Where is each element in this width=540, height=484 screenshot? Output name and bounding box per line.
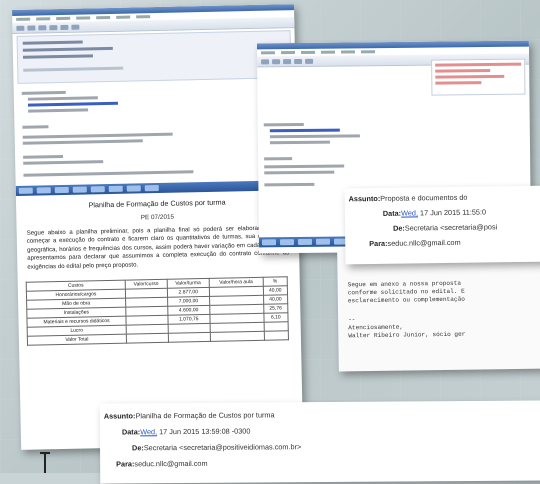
table-cell <box>126 333 169 344</box>
from-text: Secretaria <secretaria@positiveidiomas.c… <box>143 442 302 453</box>
subject-text: Planilha de Formação de Custos por turma <box>135 410 275 421</box>
to-row: Para:seduc.nllc@gmail.com <box>116 458 208 469</box>
pointer-marker <box>40 452 50 473</box>
email-header-panel <box>16 30 292 84</box>
subject-text: Proposta e documentos do <box>380 192 468 203</box>
from-text: Secretaria <secretaria@posi <box>404 222 498 233</box>
date-link[interactable]: Wed, <box>140 427 157 436</box>
table-cell: Valor Total <box>27 334 127 346</box>
table-cell <box>263 330 289 341</box>
costs-table: Custos Valor/curso Valor/turma Valor/hor… <box>26 276 289 346</box>
to-row: Para:seduc.nllc@gmail.com <box>369 237 461 249</box>
table-cell <box>210 331 265 342</box>
subject-row: Assunto:Proposta e documentos do <box>348 192 468 204</box>
email-body-card: Segue em anexo a nossa proposta conforme… <box>337 248 540 372</box>
document-paragraph: Segue abaixo a planilha preliminar, pois… <box>26 224 290 271</box>
to-text: seduc.nllc@gmail.com <box>387 237 461 248</box>
email-body-preview <box>257 65 530 198</box>
table-cell <box>167 332 211 343</box>
date-row: Data:Wed, 17 Jun 2015 11:55:0 <box>382 207 487 218</box>
date-link[interactable]: Wed, <box>401 208 418 217</box>
email-header-card: Assunto:Planilha de Formação de Custos p… <box>99 400 540 484</box>
email-header-card: Assunto:Proposta e documentos do Data:We… <box>344 185 540 265</box>
from-row: De:Secretaria <secretaria@posi <box>392 222 498 233</box>
to-text: seduc.nllc@gmail.com <box>134 458 208 469</box>
subject-row: Assunto:Planilha de Formação de Custos p… <box>103 410 275 421</box>
document-title: Planilha de Formação de Custos por turma <box>88 197 226 210</box>
date-row: Data:Wed, 17 Jun 2015 13:59:08 -0300 <box>121 426 251 437</box>
email-body-preview <box>14 80 298 184</box>
from-row: De:Secretaria <secretaria@positiveidioma… <box>132 442 302 453</box>
signature-name: Walter Ribeiro Junior, sócio ger <box>348 330 466 340</box>
